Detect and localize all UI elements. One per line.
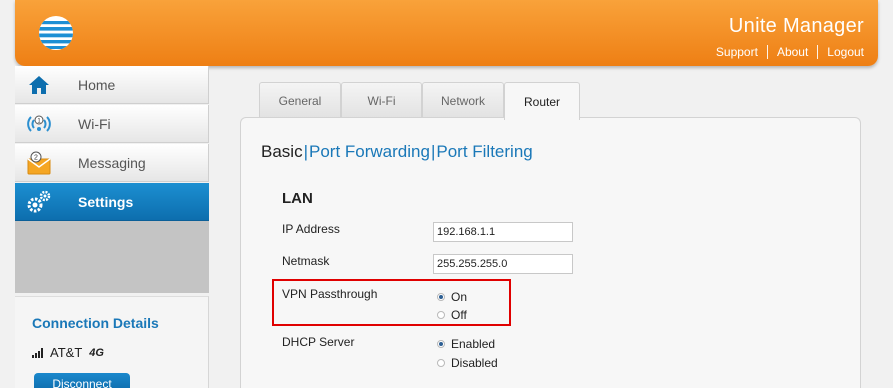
ip-address-input[interactable] [433, 222, 573, 242]
gear-icon [23, 188, 55, 216]
home-icon [23, 71, 55, 99]
sidebar-spacer [15, 221, 209, 293]
network-type-icon: 4G [89, 346, 104, 359]
logout-link[interactable]: Logout [827, 45, 864, 59]
tab-wifi[interactable]: Wi-Fi [341, 82, 422, 118]
envelope-icon: 2 [23, 149, 55, 177]
subnav-basic[interactable]: Basic [261, 142, 303, 162]
att-globe-logo [39, 16, 73, 50]
dhcp-disabled-option[interactable]: Disabled [437, 356, 498, 370]
radio-label: Enabled [451, 337, 496, 351]
carrier-status: AT&T 4G [32, 345, 104, 360]
subnav-divider: | [303, 142, 308, 161]
carrier-name: AT&T [50, 345, 83, 360]
dhcp-enabled-radio[interactable] [437, 340, 445, 348]
sidebar: Home 1 Wi-Fi 2 Messaging Settings Connec… [15, 66, 209, 388]
support-link[interactable]: Support [716, 45, 758, 59]
tab-router[interactable]: Router [504, 82, 580, 120]
lan-section-title: LAN [282, 190, 313, 207]
dhcp-server-label: DHCP Server [282, 335, 355, 349]
about-link[interactable]: About [777, 45, 808, 59]
ip-address-label: IP Address [282, 222, 340, 236]
connection-details-title: Connection Details [32, 315, 159, 331]
sidebar-item-label: Home [78, 76, 116, 93]
link-divider [817, 45, 819, 59]
tab-general[interactable]: General [259, 82, 341, 118]
router-subnav: Basic | Port Forwarding | Port Filtering [261, 142, 533, 162]
disconnect-button[interactable]: Disconnect [34, 373, 130, 388]
sidebar-item-label: Wi-Fi [78, 115, 111, 132]
subnav-divider: | [430, 142, 436, 161]
sidebar-item-messaging[interactable]: 2 Messaging [15, 144, 209, 182]
svg-text:2: 2 [34, 154, 38, 161]
app-title: Unite Manager [728, 15, 864, 37]
wifi-icon: 1 [23, 110, 55, 138]
subnav-port-filtering[interactable]: Port Filtering [436, 142, 532, 162]
router-settings-panel: Basic | Port Forwarding | Port Filtering… [240, 117, 861, 388]
sidebar-item-wifi[interactable]: 1 Wi-Fi [15, 105, 209, 143]
signal-strength-icon [32, 347, 43, 358]
tab-network[interactable]: Network [422, 82, 504, 118]
subnav-port-forwarding[interactable]: Port Forwarding [309, 142, 430, 162]
radio-label: Disabled [451, 356, 498, 370]
sidebar-item-settings[interactable]: Settings [15, 183, 209, 221]
header-links: Support About Logout [716, 45, 864, 59]
connection-details-panel: Connection Details AT&T 4G Disconnect [15, 296, 209, 388]
dhcp-enabled-option[interactable]: Enabled [437, 337, 495, 351]
app-header: Unite Manager Support About Logout [15, 0, 878, 66]
netmask-label: Netmask [282, 254, 330, 268]
netmask-input[interactable] [433, 254, 573, 274]
link-divider [766, 45, 768, 59]
sidebar-item-label: Messaging [78, 154, 146, 171]
sidebar-item-home[interactable]: Home [15, 66, 209, 104]
sidebar-item-label: Settings [78, 193, 134, 210]
dhcp-disabled-radio[interactable] [437, 359, 445, 367]
vpn-highlight-box [272, 279, 511, 326]
